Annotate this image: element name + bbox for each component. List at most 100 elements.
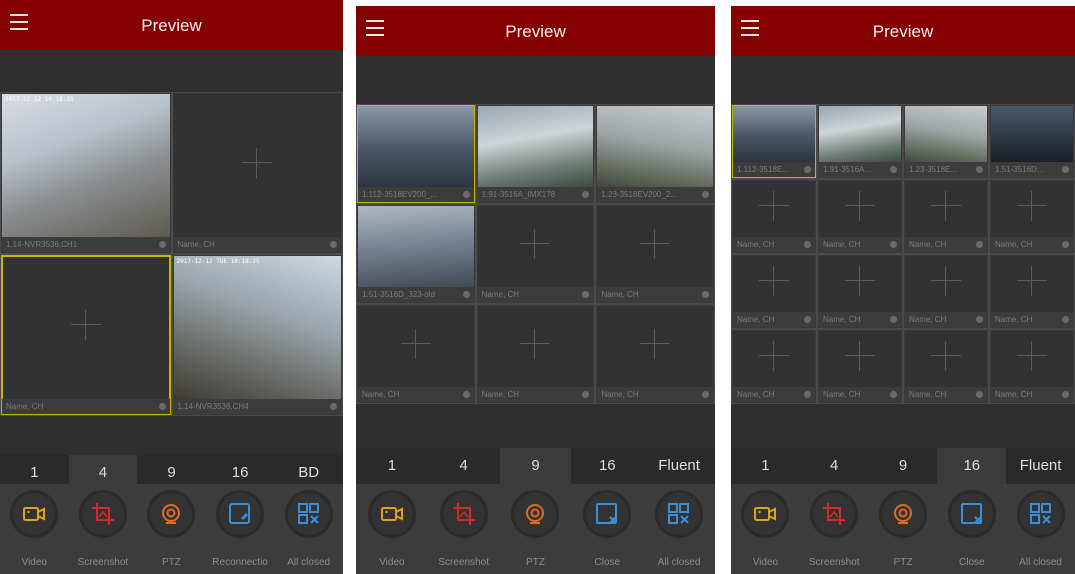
empty-channel-cell[interactable]: Name, CH (172, 93, 342, 253)
video-cell[interactable]: 1.51-3516D_323-old (357, 205, 475, 303)
split-option-16[interactable]: 16 (937, 448, 1007, 484)
add-channel-icon[interactable] (640, 328, 671, 359)
split-option-9[interactable]: 9 (869, 448, 938, 484)
split-option-4[interactable]: 4 (800, 448, 869, 484)
add-channel-icon[interactable] (1017, 266, 1047, 296)
empty-channel-cell[interactable]: Name, CH (732, 330, 816, 403)
camera-feed (991, 106, 1073, 162)
add-channel-icon[interactable] (640, 228, 671, 259)
add-channel-icon[interactable] (759, 191, 789, 221)
all-closed-button[interactable]: All closed (643, 484, 715, 574)
split-option-fluent[interactable]: Fluent (1006, 448, 1075, 484)
video-cell[interactable]: 1.23-3518EV200_2... (596, 105, 714, 203)
empty-channel-cell[interactable]: Name, CH (596, 305, 714, 403)
empty-channel-cell[interactable]: Name, CH (990, 255, 1074, 328)
close-button[interactable]: Close (937, 484, 1006, 574)
empty-feed (991, 331, 1073, 387)
all-closed-button[interactable]: All closed (274, 484, 343, 574)
status-dot-icon (804, 391, 811, 398)
ptz-button[interactable]: PTZ (500, 484, 572, 574)
channel-label: 1.91-3516A... (819, 162, 901, 177)
tool-label: Screenshot (808, 557, 860, 568)
title-bar: Preview (0, 0, 343, 50)
split-option-16[interactable]: 16 (571, 448, 643, 484)
add-channel-icon[interactable] (931, 266, 961, 296)
empty-channel-cell[interactable]: Name, CH (732, 180, 816, 253)
tool-button-circle (78, 490, 127, 538)
video-cell[interactable]: 1.51-3516D... (990, 105, 1074, 178)
video-timestamp: 2017-12-12 TUE 10:18:25 (176, 258, 260, 265)
video-cell[interactable]: 1.112-3518E... (732, 105, 816, 178)
screenshot-button[interactable]: Screenshot (428, 484, 500, 574)
add-channel-icon[interactable] (845, 341, 875, 371)
add-channel-icon[interactable] (931, 191, 961, 221)
add-channel-icon[interactable] (520, 328, 551, 359)
video-cell[interactable]: 1.23-3518E... (904, 105, 988, 178)
tool-button-circle (741, 490, 790, 538)
empty-channel-cell[interactable]: Name, CH (818, 330, 902, 403)
empty-feed (905, 181, 987, 237)
camera-feed (819, 106, 901, 162)
phone-screen-9-split: Preview 1.112-3518EV200_... 1.91-3516A_IMX… (356, 6, 715, 574)
video-cell[interactable]: 2017-12-12 TUE 10:18:25 1.14-NVR3536,CH4 (172, 255, 342, 415)
close-button[interactable]: Close (571, 484, 643, 574)
ptz-button[interactable]: PTZ (869, 484, 938, 574)
empty-channel-cell[interactable]: Name, CH (990, 180, 1074, 253)
add-channel-icon[interactable] (845, 191, 875, 221)
camera-feed (733, 106, 815, 162)
tool-button-circle (284, 490, 333, 538)
add-channel-icon[interactable] (759, 266, 789, 296)
empty-channel-cell[interactable]: Name, CH (357, 305, 475, 403)
empty-channel-cell[interactable]: Name, CH (904, 330, 988, 403)
video-cell[interactable]: 1.91-3516A_IMX178 (476, 105, 595, 203)
add-channel-icon[interactable] (400, 328, 431, 359)
video-button[interactable]: Video (731, 484, 800, 574)
add-channel-icon[interactable] (759, 341, 789, 371)
empty-channel-cell[interactable]: Name, CH (476, 305, 595, 403)
add-channel-icon[interactable] (845, 266, 875, 296)
empty-channel-cell[interactable]: Name, CH (596, 205, 714, 303)
all-closed-button[interactable]: All closed (1006, 484, 1075, 574)
screenshot-button[interactable]: Screenshot (69, 484, 138, 574)
channel-label: 1.23-3518E... (905, 162, 987, 177)
add-channel-icon[interactable] (520, 228, 551, 259)
split-option-9[interactable]: 9 (499, 448, 572, 484)
empty-feed (733, 331, 815, 387)
tool-button-circle (147, 490, 196, 538)
add-channel-icon[interactable] (70, 309, 101, 340)
video-button[interactable]: Video (0, 484, 69, 574)
phone-screen-4-split: Preview 2017-12-12 10:18:25 1.14-NVR3536,C… (0, 0, 343, 574)
add-channel-icon[interactable] (242, 147, 273, 178)
split-option-fluent[interactable]: Fluent (643, 448, 715, 484)
empty-channel-cell[interactable]: Name, CH (732, 255, 816, 328)
tool-button-circle (583, 490, 632, 538)
video-cell[interactable]: 2017-12-12 10:18:25 1.14-NVR3536,CH1 (1, 93, 171, 253)
status-dot-icon (890, 166, 897, 173)
ptz-button[interactable]: PTZ (137, 484, 206, 574)
empty-channel-cell[interactable]: Name, CH (904, 180, 988, 253)
video-button[interactable]: Video (356, 484, 428, 574)
video-cell[interactable]: 1.91-3516A... (818, 105, 902, 178)
channel-label: Name, CH (597, 387, 713, 402)
add-channel-icon[interactable] (931, 341, 961, 371)
status-dot-icon (1062, 166, 1069, 173)
channel-label: Name, CH (991, 312, 1073, 327)
empty-channel-cell[interactable]: Name, CH (476, 205, 595, 303)
empty-channel-cell[interactable]: Name, CH (818, 180, 902, 253)
tool-button-circle (1016, 490, 1065, 538)
screenshot-button[interactable]: Screenshot (800, 484, 869, 574)
split-option-1[interactable]: 1 (356, 448, 428, 484)
video-cell[interactable]: 1.112-3518EV200_... (357, 105, 475, 203)
add-channel-icon[interactable] (1017, 341, 1047, 371)
status-dot-icon (1062, 391, 1069, 398)
status-dot-icon (976, 166, 983, 173)
split-option-1[interactable]: 1 (731, 448, 800, 484)
channel-label: Name, CH (991, 237, 1073, 252)
split-option-4[interactable]: 4 (428, 448, 500, 484)
empty-channel-cell[interactable]: Name, CH (904, 255, 988, 328)
empty-channel-cell[interactable]: Name, CH (990, 330, 1074, 403)
reconnect-button[interactable]: Reconnectio (206, 484, 275, 574)
add-channel-icon[interactable] (1017, 191, 1047, 221)
empty-channel-cell[interactable]: Name, CH (1, 255, 171, 415)
empty-channel-cell[interactable]: Name, CH (818, 255, 902, 328)
